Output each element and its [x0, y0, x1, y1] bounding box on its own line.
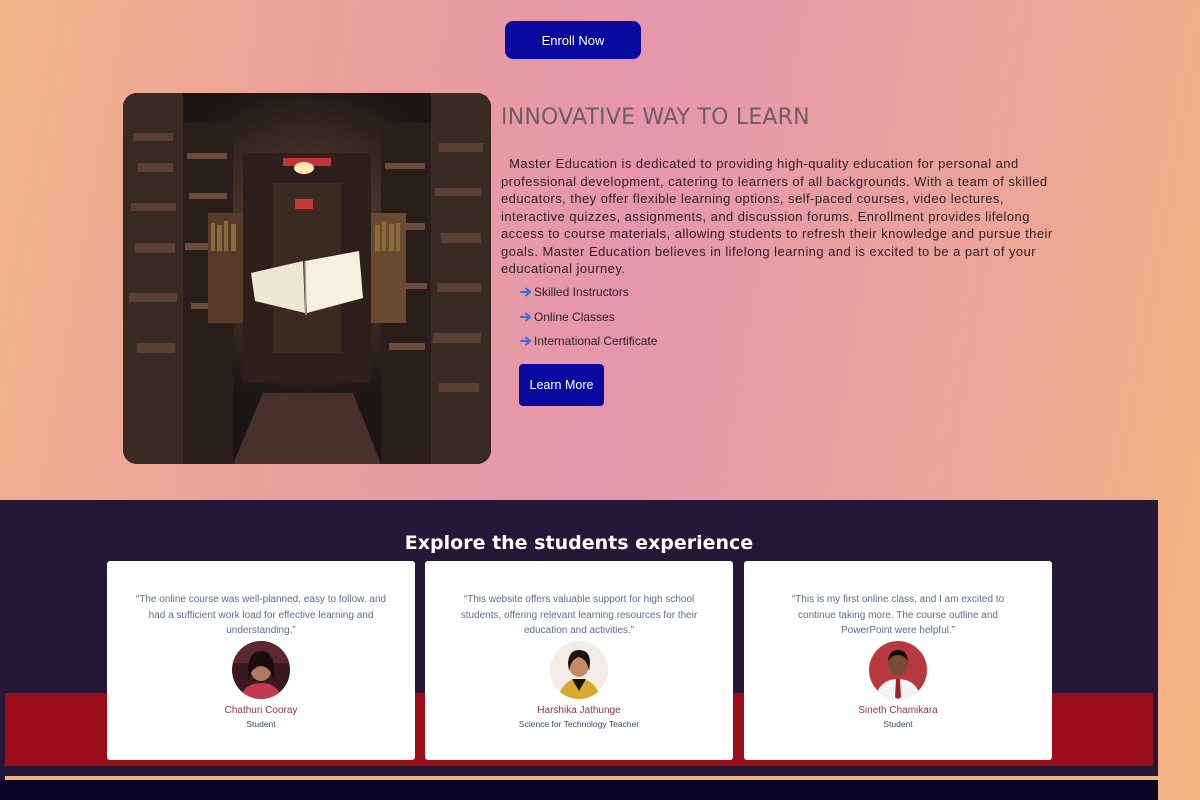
feature-item: International Certificate: [520, 329, 657, 354]
learn-more-button[interactable]: Learn More: [519, 364, 604, 406]
arrow-right-icon: [520, 312, 531, 322]
testimonial-card: “The online course was well-planned, eas…: [107, 561, 415, 760]
testimonial-role: Student: [883, 719, 913, 729]
library-book-image: [123, 93, 491, 464]
feature-item: Online Classes: [520, 305, 657, 330]
testimonial-quote: “The online course was well-planned, eas…: [135, 594, 387, 636]
about-title: INNOVATIVE WAY TO LEARN: [501, 105, 810, 130]
feature-list: Skilled Instructors Online Classes Inter…: [520, 280, 657, 354]
testimonial-card: “This website offers valuable support fo…: [425, 561, 733, 760]
testimonial-name: Harshika Jathunge: [537, 705, 621, 716]
arrow-right-icon: [520, 287, 531, 297]
about-section: INNOVATIVE WAY TO LEARN Master Education…: [501, 103, 1061, 278]
footer-strip: [0, 780, 1158, 800]
testimonial-name: Chathuri Cooray: [224, 705, 298, 716]
feature-label: Online Classes: [534, 309, 615, 324]
testimonial-role: Student: [246, 719, 276, 729]
avatar: [550, 641, 608, 699]
testimonial-role: Science for Technology Teacher: [518, 719, 640, 729]
testimonials-section: Explore the students experience “The onl…: [0, 500, 1158, 800]
enroll-now-button[interactable]: Enroll Now: [505, 21, 641, 59]
testimonial-card: “This is my first online class, and I am…: [744, 561, 1052, 760]
avatar: [869, 641, 927, 699]
about-description: Master Education is dedicated to providi…: [501, 156, 1057, 276]
testimonial-quote: “This is my first online class, and I am…: [791, 594, 1005, 636]
testimonials-title: Explore the students experience: [404, 532, 754, 554]
avatar: [232, 641, 290, 699]
feature-label: Skilled Instructors: [534, 285, 629, 300]
testimonial-quote: “This website offers valuable support fo…: [460, 594, 698, 636]
feature-item: Skilled Instructors: [520, 280, 657, 305]
feature-label: International Certificate: [534, 334, 658, 349]
testimonial-name: Sineth Chamikara: [858, 705, 938, 716]
arrow-right-icon: [520, 336, 531, 346]
